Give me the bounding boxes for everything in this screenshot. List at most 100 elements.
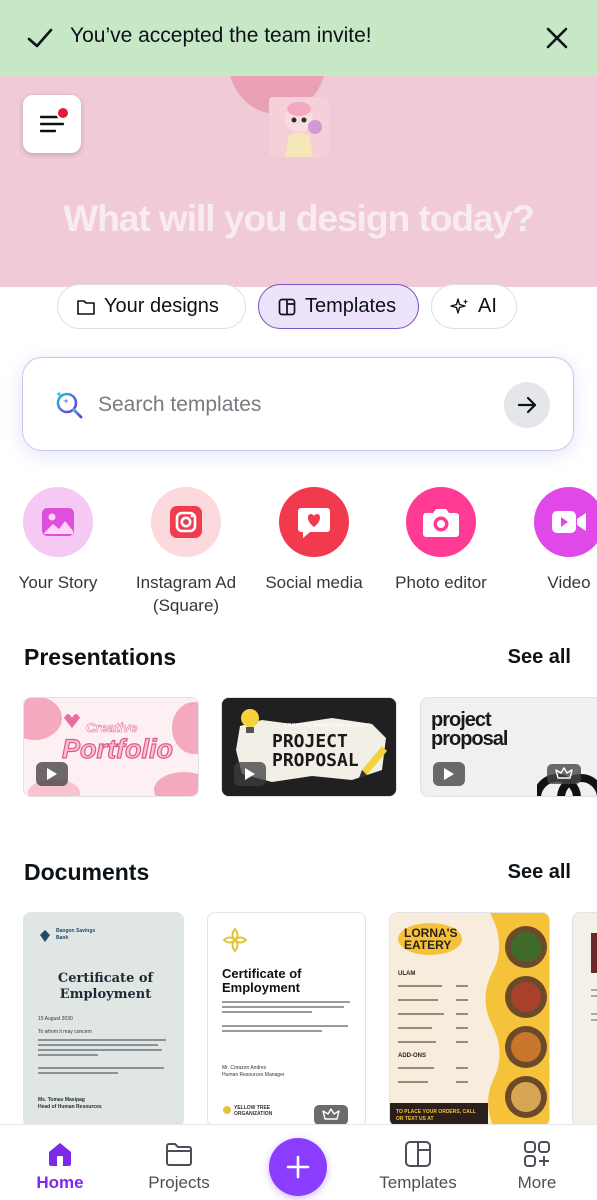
tab-label: Your designs bbox=[104, 295, 219, 317]
doc-signer: Mr. Corazon Andres bbox=[222, 1065, 267, 1071]
tab-templates[interactable]: Templates bbox=[258, 284, 419, 329]
doc-org: YELLOW TREE ORGANIZATION bbox=[234, 1105, 273, 1117]
document-card[interactable]: Certificate of Employment Mr. Corazon An… bbox=[207, 912, 366, 1127]
document-thumbnail bbox=[573, 913, 597, 1126]
doc-org: Bangon Savings Bank bbox=[56, 928, 96, 941]
card-line3: PROPOSAL bbox=[272, 750, 359, 771]
card-line1: Creative bbox=[86, 720, 138, 736]
crown-icon bbox=[555, 767, 573, 779]
document-card[interactable]: LORNA'S EATERY ULAM ADD-ONS TO PLACE YOU… bbox=[389, 912, 550, 1127]
nav-templates[interactable]: Templates bbox=[373, 1139, 463, 1193]
menu-section1: ULAM bbox=[398, 971, 416, 977]
card-line2: Portfolio bbox=[61, 733, 173, 764]
create-button[interactable] bbox=[269, 1138, 327, 1196]
instagram-icon bbox=[151, 487, 221, 557]
play-button[interactable] bbox=[36, 762, 68, 786]
category-video[interactable]: Video bbox=[505, 487, 597, 594]
nav-home[interactable]: Home bbox=[15, 1139, 105, 1193]
menu-button[interactable] bbox=[23, 95, 81, 153]
card-line2: PROJECT bbox=[272, 731, 348, 752]
avatar[interactable] bbox=[269, 97, 329, 157]
play-button[interactable] bbox=[234, 762, 266, 786]
category-instagram-ad[interactable]: Instagram Ad (Square) bbox=[122, 487, 250, 617]
hero-title: What will you design today? bbox=[63, 198, 534, 239]
doc-body-lines bbox=[38, 1039, 166, 1074]
folder-icon bbox=[76, 297, 96, 317]
tab-your-designs[interactable]: Your designs bbox=[57, 284, 246, 329]
nav-label: Home bbox=[36, 1173, 84, 1192]
menu-footer: TO PLACE YOUR ORDERS, CALL OR TEXT US AT bbox=[396, 1109, 476, 1122]
category-label: Instagram Ad (Square) bbox=[135, 573, 237, 615]
tab-ai[interactable]: AI bbox=[431, 284, 517, 329]
doc-heading: Certificate of Employment bbox=[222, 966, 302, 995]
template-icon bbox=[405, 1141, 431, 1167]
close-toast-button[interactable] bbox=[541, 22, 573, 54]
folder-icon bbox=[166, 1143, 192, 1166]
image-icon bbox=[23, 487, 93, 557]
document-card-partial[interactable] bbox=[572, 912, 597, 1127]
card-line2: proposal bbox=[431, 728, 508, 750]
card-line1: CREATIVE MARKETING AGENCY bbox=[284, 723, 370, 729]
category-photo-editor[interactable]: Photo editor bbox=[377, 487, 505, 594]
notification-dot bbox=[56, 106, 70, 120]
camera-icon bbox=[406, 487, 476, 557]
plus-icon bbox=[286, 1155, 310, 1179]
doc-greeting: To whom it may concern bbox=[38, 1029, 92, 1035]
heart-chat-icon bbox=[279, 487, 349, 557]
toast-message: You’ve accepted the team invite! bbox=[70, 24, 372, 47]
play-icon bbox=[444, 768, 454, 780]
doc-body-lines bbox=[222, 1001, 350, 1032]
menu-title-line2: EATERY bbox=[404, 938, 452, 952]
close-icon bbox=[546, 27, 568, 49]
play-icon bbox=[245, 768, 255, 780]
documents-see-all-link[interactable]: See all bbox=[508, 861, 571, 884]
avatar-image bbox=[269, 97, 329, 157]
nav-projects[interactable]: Projects bbox=[134, 1139, 224, 1193]
category-label: Photo editor bbox=[395, 573, 487, 592]
search-input[interactable] bbox=[98, 386, 488, 424]
presentation-card[interactable]: CREATIVE MARKETING AGENCY PROJECT PROPOS… bbox=[221, 697, 397, 797]
premium-badge bbox=[547, 764, 581, 784]
doc-date: 15 August 2030 bbox=[38, 1016, 73, 1022]
doc-signer-title: Human Resources Manager bbox=[222, 1072, 285, 1078]
template-icon bbox=[277, 297, 297, 317]
play-button[interactable] bbox=[433, 762, 465, 786]
menu-section2: ADD-ONS bbox=[398, 1053, 426, 1059]
more-grid-icon bbox=[524, 1141, 550, 1167]
category-label: Social media bbox=[265, 573, 363, 592]
presentation-card[interactable]: Creative Portfolio bbox=[23, 697, 199, 797]
presentations-title: Presentations bbox=[24, 644, 177, 670]
premium-badge bbox=[314, 1105, 348, 1125]
bank-logo-icon bbox=[40, 930, 50, 942]
sparkle-icon bbox=[450, 297, 470, 317]
category-label: Video bbox=[547, 573, 591, 592]
crown-icon bbox=[322, 1108, 340, 1120]
home-icon bbox=[49, 1143, 71, 1166]
flower-logo-icon bbox=[222, 927, 248, 953]
tab-label: Templates bbox=[305, 295, 397, 317]
search-submit-button[interactable] bbox=[504, 382, 550, 428]
search-bar[interactable] bbox=[22, 357, 574, 451]
doc-heading: Certificate of Employment bbox=[57, 971, 154, 1002]
category-your-story[interactable]: Your Story bbox=[0, 487, 122, 594]
video-icon bbox=[534, 487, 597, 557]
doc-signer-title: Head of Human Resources bbox=[38, 1104, 102, 1110]
document-card[interactable]: Bangon Savings Bank Certificate of Emplo… bbox=[23, 912, 184, 1127]
nav-label: Projects bbox=[148, 1173, 210, 1192]
doc-signer: Ms. Tomas Masipag bbox=[38, 1097, 85, 1103]
category-label: Your Story bbox=[18, 573, 98, 592]
play-icon bbox=[47, 768, 57, 780]
documents-title: Documents bbox=[24, 859, 150, 885]
nav-label: More bbox=[517, 1173, 557, 1192]
category-social-media[interactable]: Social media bbox=[250, 487, 378, 594]
presentations-see-all-link[interactable]: See all bbox=[508, 646, 571, 669]
check-icon bbox=[27, 28, 53, 48]
tree-logo-icon bbox=[223, 1106, 231, 1114]
tab-label: AI bbox=[478, 295, 497, 317]
nav-more[interactable]: More bbox=[492, 1139, 582, 1193]
toast-banner: You’ve accepted the team invite! bbox=[0, 0, 597, 76]
magic-search-icon bbox=[56, 391, 83, 419]
nav-label: Templates bbox=[379, 1173, 457, 1192]
presentation-card[interactable]: project proposal bbox=[420, 697, 597, 797]
arrow-right-icon bbox=[517, 396, 537, 414]
